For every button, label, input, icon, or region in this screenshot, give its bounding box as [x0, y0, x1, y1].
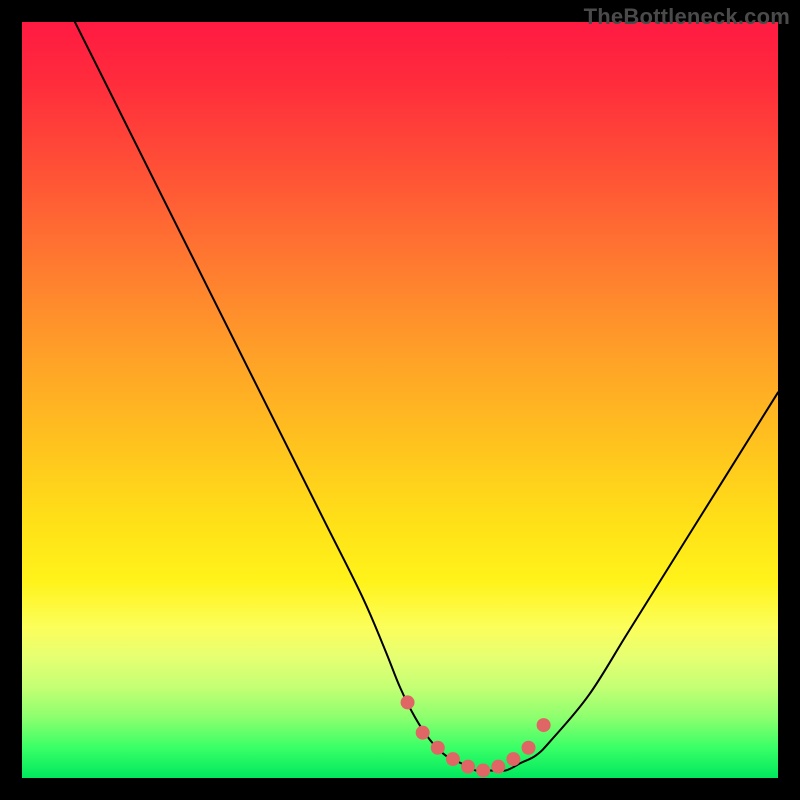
watermark-text: TheBottleneck.com — [584, 4, 790, 30]
optimal-range-markers — [401, 695, 551, 777]
marker-dot — [446, 752, 460, 766]
bottleneck-curve — [75, 22, 778, 771]
marker-dot — [537, 718, 551, 732]
marker-dot — [491, 760, 505, 774]
marker-dot — [401, 695, 415, 709]
marker-dot — [416, 726, 430, 740]
curve-svg — [22, 22, 778, 778]
marker-dot — [431, 741, 445, 755]
marker-dot — [476, 763, 490, 777]
marker-dot — [506, 752, 520, 766]
marker-dot — [461, 760, 475, 774]
plot-area — [22, 22, 778, 778]
marker-dot — [522, 741, 536, 755]
chart-stage: TheBottleneck.com — [0, 0, 800, 800]
